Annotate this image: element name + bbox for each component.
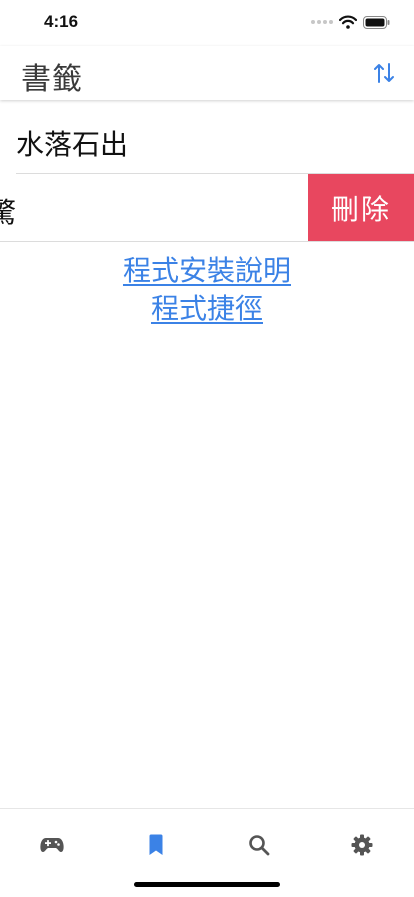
sort-button[interactable]: [368, 58, 400, 88]
cellular-signal-icon: [311, 20, 333, 24]
list-item[interactable]: 水落石出: [0, 106, 414, 174]
status-bar: 4:16: [0, 0, 414, 46]
tab-search[interactable]: [239, 825, 279, 865]
search-icon: [249, 835, 270, 856]
sort-arrows-icon: [374, 63, 394, 83]
tab-bookmarks[interactable]: [136, 825, 176, 865]
page-title: 書籤: [21, 62, 83, 97]
bookmark-label: 驚: [0, 196, 17, 229]
battery-icon: [363, 15, 390, 29]
delete-button[interactable]: 刪除: [308, 174, 414, 241]
divider: [0, 241, 414, 242]
list-item-swiped[interactable]: 驚 刪除: [0, 174, 414, 242]
bookmark-icon: [149, 834, 163, 855]
bookmark-list: 水落石出 驚 刪除: [0, 106, 414, 242]
navigation-header: 書籤: [0, 46, 414, 100]
gamepad-icon: [40, 838, 64, 852]
status-icons: [311, 14, 390, 30]
status-time: 4:16: [44, 12, 79, 31]
install-guide-link[interactable]: 程式安裝說明: [0, 252, 414, 290]
help-links: 程式安裝說明 程式捷徑: [0, 252, 414, 328]
gear-icon: [351, 834, 373, 856]
bookmark-label: 水落石出: [16, 128, 129, 161]
tab-settings[interactable]: [342, 825, 382, 865]
shortcuts-link[interactable]: 程式捷徑: [0, 290, 414, 328]
wifi-icon: [339, 15, 357, 29]
tab-games[interactable]: [32, 825, 72, 865]
home-indicator[interactable]: [134, 882, 280, 887]
